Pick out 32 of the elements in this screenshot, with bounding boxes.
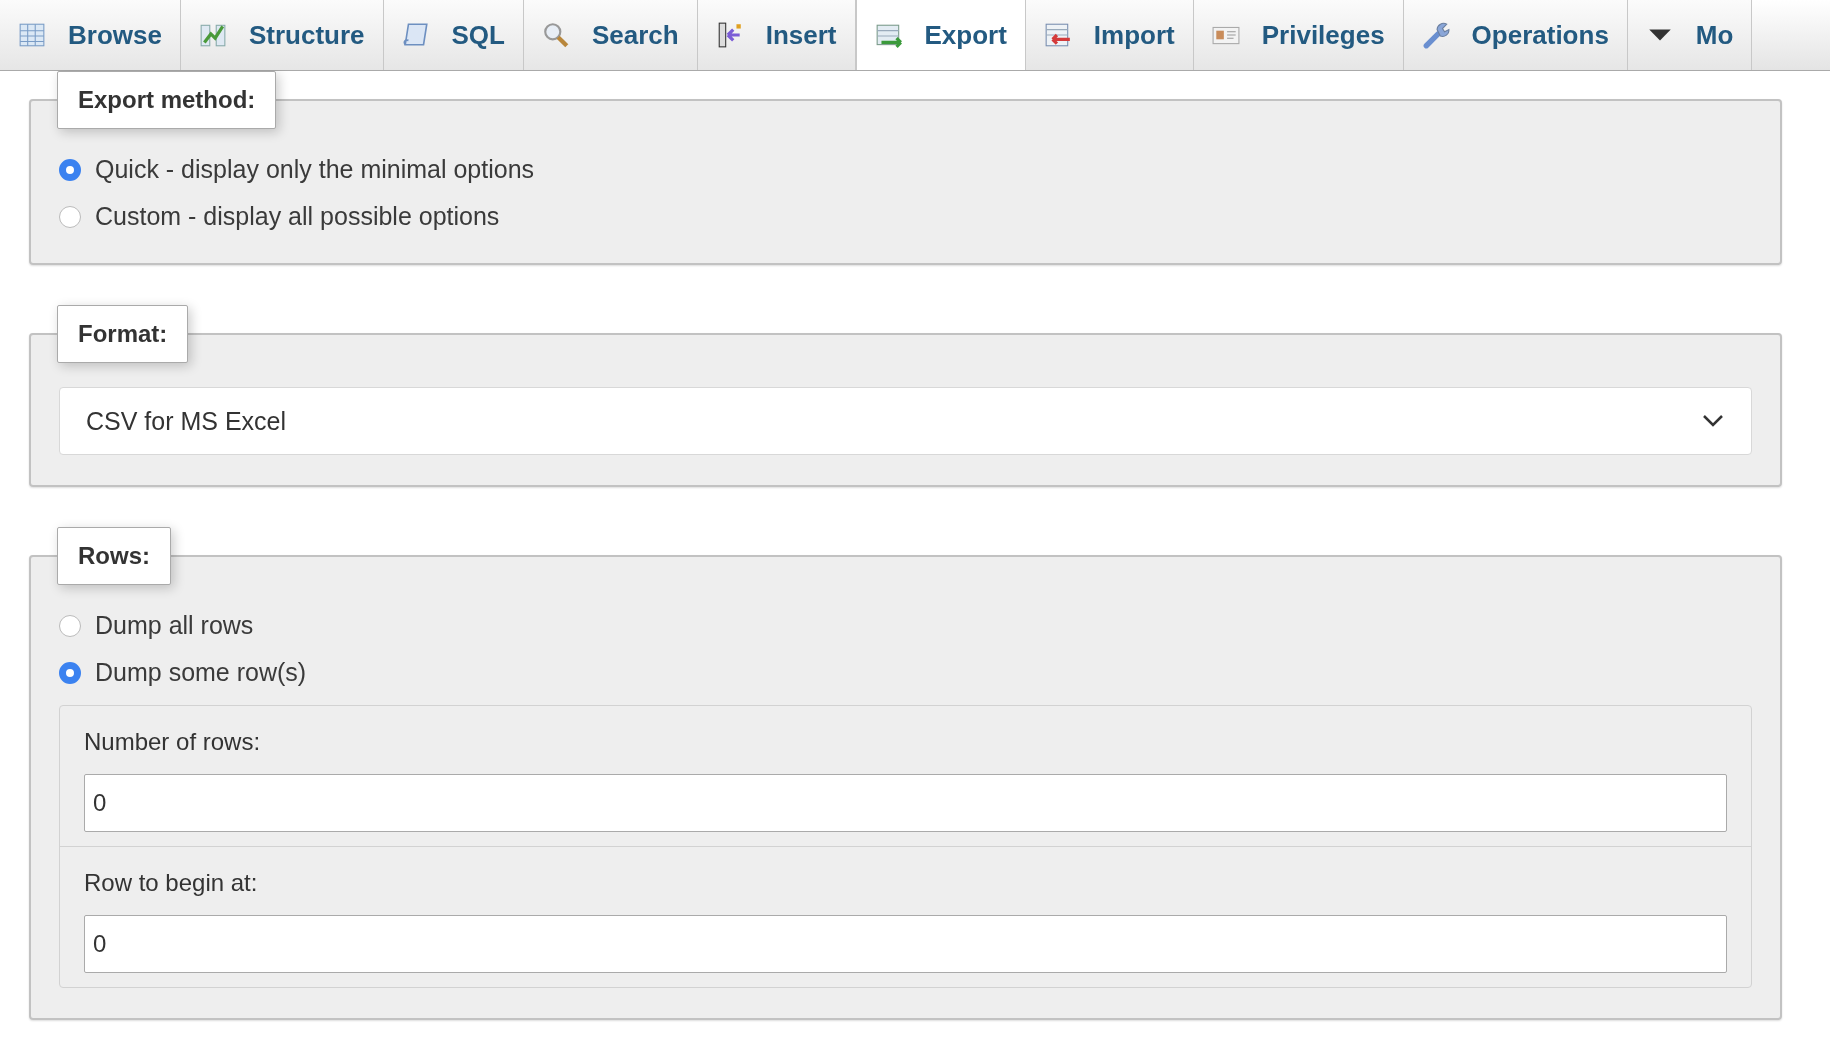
tab[interactable]: SQL [383, 0, 524, 70]
radio-button[interactable] [59, 205, 81, 228]
option-label[interactable]: Dump all rows [95, 611, 254, 640]
tab[interactable]: Export [855, 0, 1026, 70]
section-legend: Export method: [57, 71, 277, 129]
tab[interactable]: Import [1025, 0, 1194, 70]
field-label: Number of rows: [84, 728, 261, 756]
format-dropdown[interactable]: CSV for MS Excel [59, 387, 1752, 455]
radio-button[interactable] [59, 614, 81, 637]
more-menu-tab[interactable]: Mo [1627, 0, 1753, 70]
import-icon [1043, 21, 1072, 49]
field-label: Row to begin at: [84, 869, 258, 897]
wrench-icon [1421, 21, 1450, 49]
scroll-icon [401, 21, 430, 49]
option-label[interactable]: Custom - display all possible options [95, 202, 500, 231]
number-input[interactable]: 0 [84, 774, 1727, 832]
tab[interactable]: Insert [697, 0, 856, 70]
radio-button[interactable] [59, 661, 81, 684]
tab[interactable]: Browse [0, 0, 181, 70]
search-icon [541, 21, 570, 49]
option-label[interactable]: Quick - display only the minimal options [95, 155, 535, 184]
section-legend: Format: [57, 305, 189, 363]
tab[interactable]: Privileges [1193, 0, 1404, 70]
tab[interactable]: Operations [1403, 0, 1628, 70]
radio-button[interactable] [59, 158, 81, 181]
tab[interactable]: Structure [180, 0, 384, 70]
option-label[interactable]: Dump some row(s) [95, 658, 307, 687]
tab[interactable]: Search [523, 0, 698, 70]
chevron-down-icon [1701, 413, 1725, 429]
number-input[interactable]: 0 [84, 915, 1727, 973]
table-icon [18, 21, 46, 49]
section-legend: Rows: [57, 527, 171, 585]
